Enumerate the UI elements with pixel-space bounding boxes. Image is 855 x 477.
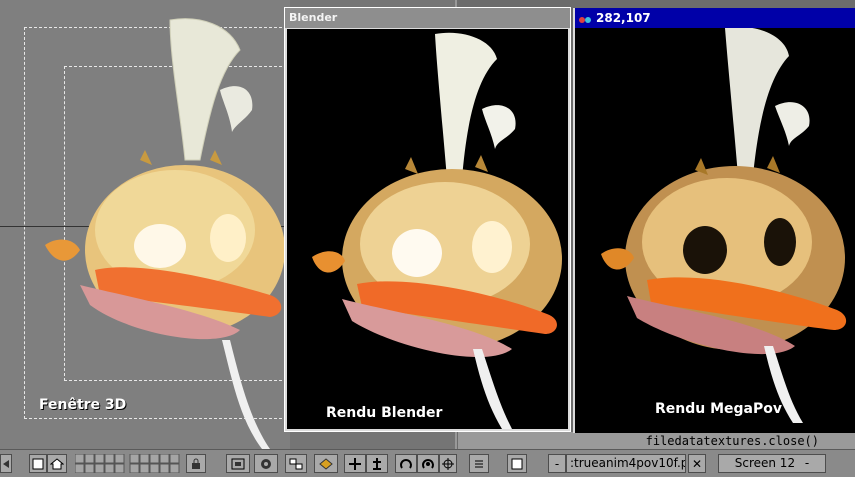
viewport-label: Fenêtre 3D bbox=[39, 397, 127, 413]
render-label: Rendu Blender bbox=[326, 405, 443, 421]
manipulator-icon[interactable] bbox=[417, 454, 439, 473]
scale-icon[interactable] bbox=[366, 454, 388, 473]
view-icon[interactable] bbox=[226, 454, 250, 473]
header-toolbar: - :trueanim4pov10f.py ✕ Screen 12 - bbox=[0, 449, 855, 477]
screen-selector[interactable]: Screen 12 - bbox=[718, 454, 826, 473]
window-type-icon[interactable] bbox=[0, 454, 12, 473]
app-icon bbox=[578, 12, 592, 24]
pixel-coordinates: 282,107 bbox=[596, 11, 651, 25]
window-title[interactable]: Blender bbox=[285, 8, 570, 28]
3d-viewport[interactable]: Fenêtre 3D bbox=[0, 0, 292, 449]
snap-icon[interactable] bbox=[314, 454, 338, 473]
duck-render-megapov bbox=[601, 28, 847, 423]
rotate-icon[interactable] bbox=[395, 454, 417, 473]
script-name-field[interactable]: :trueanim4pov10f.py bbox=[566, 454, 686, 473]
render-canvas bbox=[287, 29, 568, 429]
render-window-blender[interactable]: Blender Rendu Blender bbox=[284, 7, 571, 432]
screen-name: Screen 12 bbox=[734, 456, 796, 470]
duck-model-3d bbox=[45, 18, 285, 449]
pivot-icon[interactable] bbox=[439, 454, 457, 473]
text-browse-button[interactable]: - bbox=[548, 454, 566, 473]
text-menu-icon[interactable] bbox=[469, 454, 489, 473]
layer-buttons[interactable] bbox=[74, 453, 180, 474]
home-icon[interactable] bbox=[47, 454, 67, 473]
lock-icon[interactable] bbox=[186, 454, 206, 473]
render-icon[interactable] bbox=[254, 454, 278, 473]
screen-minus[interactable]: - bbox=[805, 456, 809, 470]
close-icon[interactable]: ✕ bbox=[688, 454, 706, 473]
render-label: Rendu MegaPov bbox=[655, 401, 783, 417]
window-icon[interactable] bbox=[29, 454, 47, 473]
layers-icon[interactable] bbox=[285, 454, 307, 473]
move-icon[interactable] bbox=[344, 454, 366, 473]
code-line: filedatatextures.close() bbox=[645, 434, 819, 448]
window-titlebar[interactable]: 282,107 bbox=[575, 8, 855, 28]
render-window-megapov[interactable]: 282,107 Rendu MegaPov bbox=[573, 8, 855, 433]
duck-render-blender bbox=[312, 32, 562, 429]
window-icon[interactable] bbox=[507, 454, 527, 473]
